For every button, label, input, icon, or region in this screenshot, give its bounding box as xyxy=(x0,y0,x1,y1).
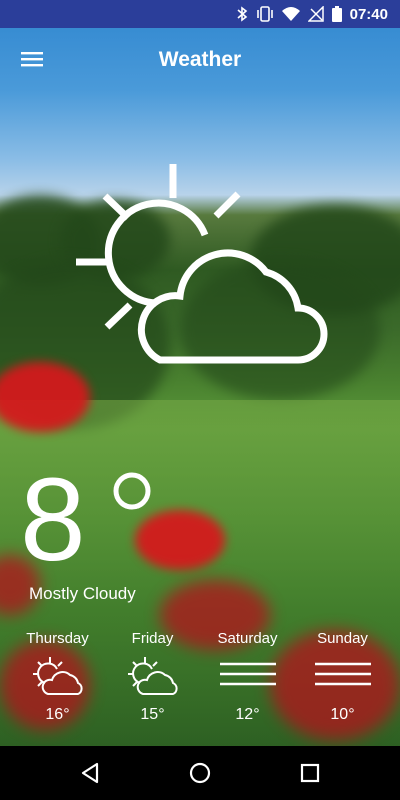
condition-label: Mostly Cloudy xyxy=(29,584,136,603)
partly-cloudy-icon xyxy=(76,164,328,364)
forecast-item[interactable]: Friday 15° xyxy=(105,628,200,738)
bluetooth-icon xyxy=(237,6,247,22)
forecast-day: Sunday xyxy=(317,630,368,647)
home-button[interactable] xyxy=(186,759,214,787)
fog-icon xyxy=(314,662,371,686)
fog-icon xyxy=(219,662,276,686)
back-button[interactable] xyxy=(76,759,104,787)
status-bar: 07:40 xyxy=(0,0,400,28)
forecast-temp: 10° xyxy=(330,706,355,723)
forecast-temp: 12° xyxy=(235,706,260,723)
partly-cloudy-icon xyxy=(32,657,83,695)
forecast-item[interactable]: Sunday 10° xyxy=(295,628,390,738)
forecast-day: Friday xyxy=(131,630,174,647)
back-icon xyxy=(81,762,99,784)
partly-cloudy-icon xyxy=(127,657,178,695)
forecast-list: Thursday 16° Friday 15° Saturday 12° Sun… xyxy=(10,628,390,738)
status-time: 07:40 xyxy=(349,5,388,23)
vibrate-icon xyxy=(256,6,273,22)
current-temperature: 8 xyxy=(20,455,200,585)
page-title: Weather xyxy=(158,48,242,71)
wifi-icon xyxy=(281,7,300,21)
temperature-value: 8 xyxy=(20,454,86,586)
degree-symbol xyxy=(113,472,151,510)
home-icon xyxy=(189,762,211,784)
forecast-item[interactable]: Thursday 16° xyxy=(10,628,105,738)
forecast-day: Thursday xyxy=(26,630,89,647)
forecast-temp: 16° xyxy=(45,706,70,723)
app-bar: Weather xyxy=(0,28,400,88)
forecast-temp: 15° xyxy=(140,706,165,723)
no-signal-icon xyxy=(307,6,324,22)
forecast-day: Saturday xyxy=(217,630,278,647)
battery-icon xyxy=(331,6,342,22)
recents-button[interactable] xyxy=(296,759,324,787)
recents-icon xyxy=(300,763,320,783)
navigation-bar xyxy=(0,746,400,800)
forecast-item[interactable]: Saturday 12° xyxy=(200,628,295,738)
